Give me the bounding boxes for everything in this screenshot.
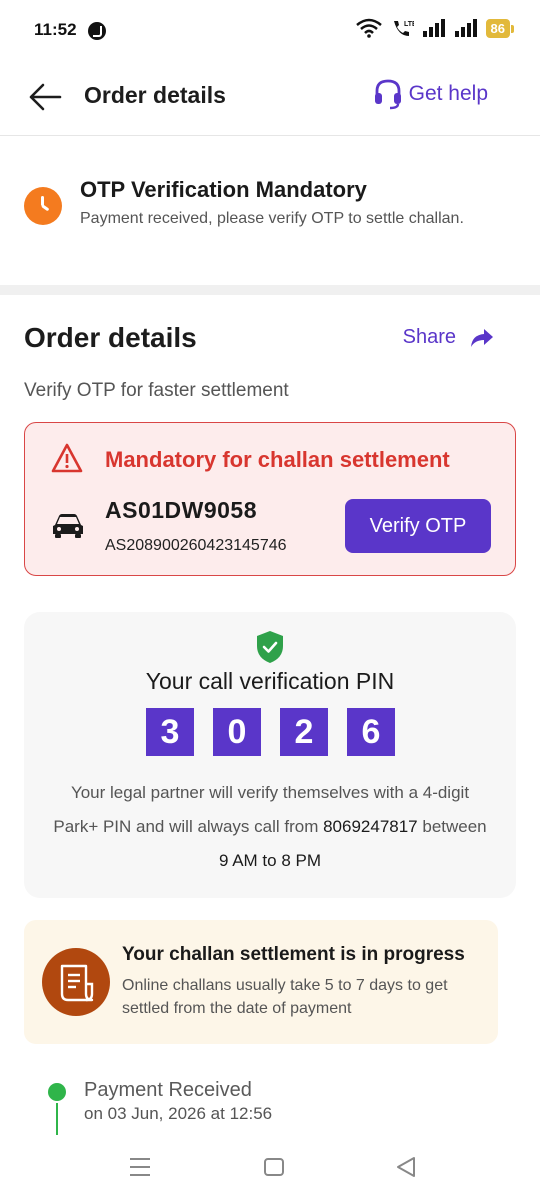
svg-text:LTE: LTE <box>404 21 414 28</box>
warning-icon <box>51 443 83 473</box>
signal-icon-2 <box>454 19 477 37</box>
settlement-progress-card: Your challan settlement is in progress O… <box>24 920 498 1044</box>
share-arrow-icon <box>471 328 493 347</box>
otp-banner: OTP Verification Mandatory Payment recei… <box>0 137 540 285</box>
call-hours: 9 AM to 8 PM <box>218 851 322 870</box>
back-arrow-icon[interactable] <box>28 82 62 112</box>
volte-call-icon: LTE <box>393 21 414 36</box>
pin-note-between: between <box>417 817 487 836</box>
share-label: Share <box>402 326 456 348</box>
banner-subtitle: Payment received, please verify OTP to s… <box>80 210 464 227</box>
status-icons: LTE 86 <box>355 18 515 38</box>
car-icon <box>53 514 83 538</box>
get-help-label: Get help <box>408 82 488 105</box>
system-nav-bar <box>0 1140 540 1200</box>
pin-digit: 3 <box>146 708 194 756</box>
clock-icon <box>24 187 62 225</box>
status-bar: 11:52 LTE 86 <box>0 0 540 62</box>
partner-phone: 8069247817 <box>323 817 418 836</box>
home-icon[interactable] <box>264 1158 284 1176</box>
order-details-heading: Order details <box>24 322 197 353</box>
pin-title: Your call verification PIN <box>145 668 395 694</box>
settlement-subtitle: Online challans usually take 5 to 7 days… <box>122 977 448 1017</box>
mandatory-otp-card: Mandatory for challan settlement AS01DW9… <box>24 422 516 576</box>
verified-shield-icon <box>257 631 283 663</box>
app-bar: Order details Get help <box>0 62 540 136</box>
headset-icon <box>374 79 401 110</box>
get-help-button[interactable]: Get help <box>373 78 488 110</box>
timeline-step-date: on 03 Jun, 2026 at 12:56 <box>84 1104 273 1123</box>
banner-title: OTP Verification Mandatory <box>80 177 367 202</box>
pin-digit: 0 <box>213 708 261 756</box>
order-subtitle: Verify OTP for faster settlement <box>24 380 289 401</box>
timeline-dot <box>48 1083 66 1101</box>
recent-apps-icon[interactable] <box>130 1158 150 1176</box>
pin-digit: 6 <box>347 708 395 756</box>
status-time: 11:52 <box>34 20 77 39</box>
verification-pin-card: Your call verification PIN 3 0 2 6 Your … <box>24 612 516 898</box>
pin-digits: 3 0 2 6 <box>146 708 395 756</box>
settlement-title: Your challan settlement is in progress <box>122 944 465 965</box>
section-divider <box>0 285 540 295</box>
wifi-icon <box>355 18 382 38</box>
signal-icon <box>422 19 445 37</box>
share-button[interactable]: Share <box>403 326 494 349</box>
page-title: Order details <box>84 82 226 108</box>
timeline-step-title: Payment Received <box>84 1079 252 1101</box>
receipt-icon <box>42 948 110 1016</box>
call-indicator-icon <box>88 22 106 40</box>
vehicle-number: AS01DW9058 <box>105 497 258 523</box>
timeline-line <box>56 1103 58 1135</box>
mandatory-text: Mandatory for challan settlement <box>105 447 450 472</box>
pin-note: Your legal partner will verify themselve… <box>50 776 490 878</box>
battery-indicator: 86 <box>485 18 515 38</box>
challan-number: AS208900260423145746 <box>105 537 287 554</box>
verify-otp-button[interactable]: Verify OTP <box>345 499 491 553</box>
nav-back-icon[interactable] <box>396 1156 416 1178</box>
pin-digit: 2 <box>280 708 328 756</box>
